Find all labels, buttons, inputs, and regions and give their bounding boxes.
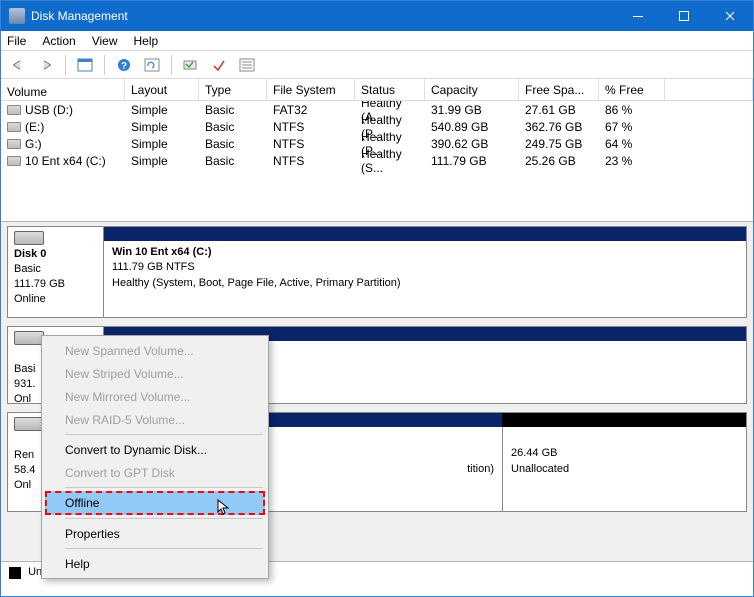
volume-name: (E:)	[25, 120, 44, 134]
disk-label: Disk 0	[14, 248, 46, 260]
disk-info: Disk 0 Basic 111.79 GB Online	[8, 227, 104, 317]
disk-type: Basi	[14, 363, 35, 375]
disk-type: Ren	[14, 449, 34, 461]
disk-state: Online	[14, 293, 46, 305]
volume-fs: FAT32	[273, 103, 361, 117]
ctx-convert-dynamic[interactable]: Convert to Dynamic Disk...	[45, 438, 265, 461]
partition-status-suffix: tition)	[467, 462, 494, 477]
app-icon	[9, 8, 25, 24]
partition-bar-primary	[104, 227, 746, 241]
disk-size: 111.79 GB	[14, 278, 65, 290]
disk-graphical-view: Disk 0 Basic 111.79 GB Online Win 10 Ent…	[1, 221, 753, 561]
disk-panel-0[interactable]: Disk 0 Basic 111.79 GB Online Win 10 Ent…	[7, 226, 747, 318]
col-free[interactable]: Free Spa...	[519, 79, 599, 100]
disk-size: 58.4	[14, 464, 35, 476]
window-title: Disk Management	[31, 9, 615, 23]
toolbar-action-icon[interactable]	[180, 54, 202, 76]
partition-title: Win 10 Ent x64 (C:)	[112, 246, 212, 258]
toolbar-view-icon[interactable]	[74, 54, 96, 76]
ctx-new-raid5: New RAID-5 Volume...	[45, 408, 265, 431]
disk-size: 931.	[14, 378, 35, 390]
ctx-convert-gpt: Convert to GPT Disk	[45, 461, 265, 484]
col-volume[interactable]: Volume	[1, 79, 125, 100]
partition-status: Healthy (System, Boot, Page File, Active…	[112, 277, 401, 289]
context-menu: New Spanned Volume... New Striped Volume…	[41, 335, 269, 579]
ctx-offline[interactable]: Offline	[45, 491, 265, 515]
ctx-separator	[65, 518, 263, 519]
forward-button[interactable]	[35, 54, 57, 76]
ctx-properties[interactable]: Properties	[45, 522, 265, 545]
col-capacity[interactable]: Capacity	[425, 79, 519, 100]
window-controls	[615, 1, 753, 31]
menubar: File Action View Help	[1, 31, 753, 51]
unallocated-label: Unallocated	[511, 463, 569, 475]
partition-info[interactable]: Win 10 Ent x64 (C:) 111.79 GB NTFS Healt…	[104, 241, 746, 317]
col-status[interactable]: Status	[355, 79, 425, 100]
volume-type: Basic	[205, 103, 273, 117]
maximize-button[interactable]	[661, 1, 707, 31]
ctx-new-mirrored: New Mirrored Volume...	[45, 385, 265, 408]
ctx-separator	[65, 487, 263, 488]
volume-pct: 86 %	[605, 103, 671, 117]
col-extra[interactable]	[665, 79, 753, 100]
volume-cap: 31.99 GB	[431, 103, 525, 117]
col-filesystem[interactable]: File System	[267, 79, 355, 100]
volume-list-header: Volume Layout Type File System Status Ca…	[1, 79, 753, 101]
toolbar-help-icon[interactable]: ?	[113, 54, 135, 76]
ctx-help[interactable]: Help	[45, 552, 265, 575]
minimize-button[interactable]	[615, 1, 661, 31]
toolbar-list-icon[interactable]	[236, 54, 258, 76]
volume-icon	[7, 122, 21, 132]
disk-icon	[14, 331, 44, 345]
swatch-black-icon	[9, 567, 21, 579]
disk-icon	[14, 417, 44, 431]
menu-action[interactable]: Action	[42, 34, 75, 48]
volume-layout: Simple	[131, 103, 205, 117]
disk-icon	[14, 231, 44, 245]
volume-free: 27.61 GB	[525, 103, 605, 117]
unallocated-size: 26.44 GB	[511, 447, 557, 459]
toolbar-refresh-icon[interactable]	[141, 54, 163, 76]
col-layout[interactable]: Layout	[125, 79, 199, 100]
col-type[interactable]: Type	[199, 79, 267, 100]
volume-icon	[7, 105, 21, 115]
toolbar: ?	[1, 51, 753, 79]
toolbar-checked-icon[interactable]	[208, 54, 230, 76]
volume-list[interactable]: USB (D:) Simple Basic FAT32 Healthy (A..…	[1, 101, 753, 221]
volume-icon	[7, 139, 21, 149]
back-button[interactable]	[7, 54, 29, 76]
menu-help[interactable]: Help	[134, 34, 159, 48]
volume-name: 10 Ent x64 (C:)	[25, 154, 106, 168]
volume-row[interactable]: 10 Ent x64 (C:) Simple Basic NTFS Health…	[1, 152, 753, 169]
cursor-icon	[217, 499, 231, 520]
menu-view[interactable]: View	[92, 34, 118, 48]
volume-name: G:)	[25, 137, 42, 151]
svg-text:?: ?	[121, 61, 127, 72]
partition-bar-unallocated	[502, 413, 746, 427]
col-pctfree[interactable]: % Free	[599, 79, 665, 100]
ctx-new-spanned: New Spanned Volume...	[45, 339, 265, 362]
disk-type: Basic	[14, 263, 41, 275]
close-button[interactable]	[707, 1, 753, 31]
partition-sub: 111.79 GB NTFS	[112, 261, 195, 273]
ctx-new-striped: New Striped Volume...	[45, 362, 265, 385]
volume-icon	[7, 156, 21, 166]
partition-info-unallocated[interactable]: 26.44 GB Unallocated	[502, 427, 746, 511]
titlebar: Disk Management	[1, 1, 753, 31]
ctx-separator	[65, 548, 263, 549]
ctx-offline-label: Offline	[65, 496, 99, 510]
menu-file[interactable]: File	[7, 34, 26, 48]
volume-name: USB (D:)	[25, 103, 73, 117]
disk-state: Onl	[14, 479, 31, 491]
ctx-separator	[65, 434, 263, 435]
disk-state: Onl	[14, 393, 31, 404]
